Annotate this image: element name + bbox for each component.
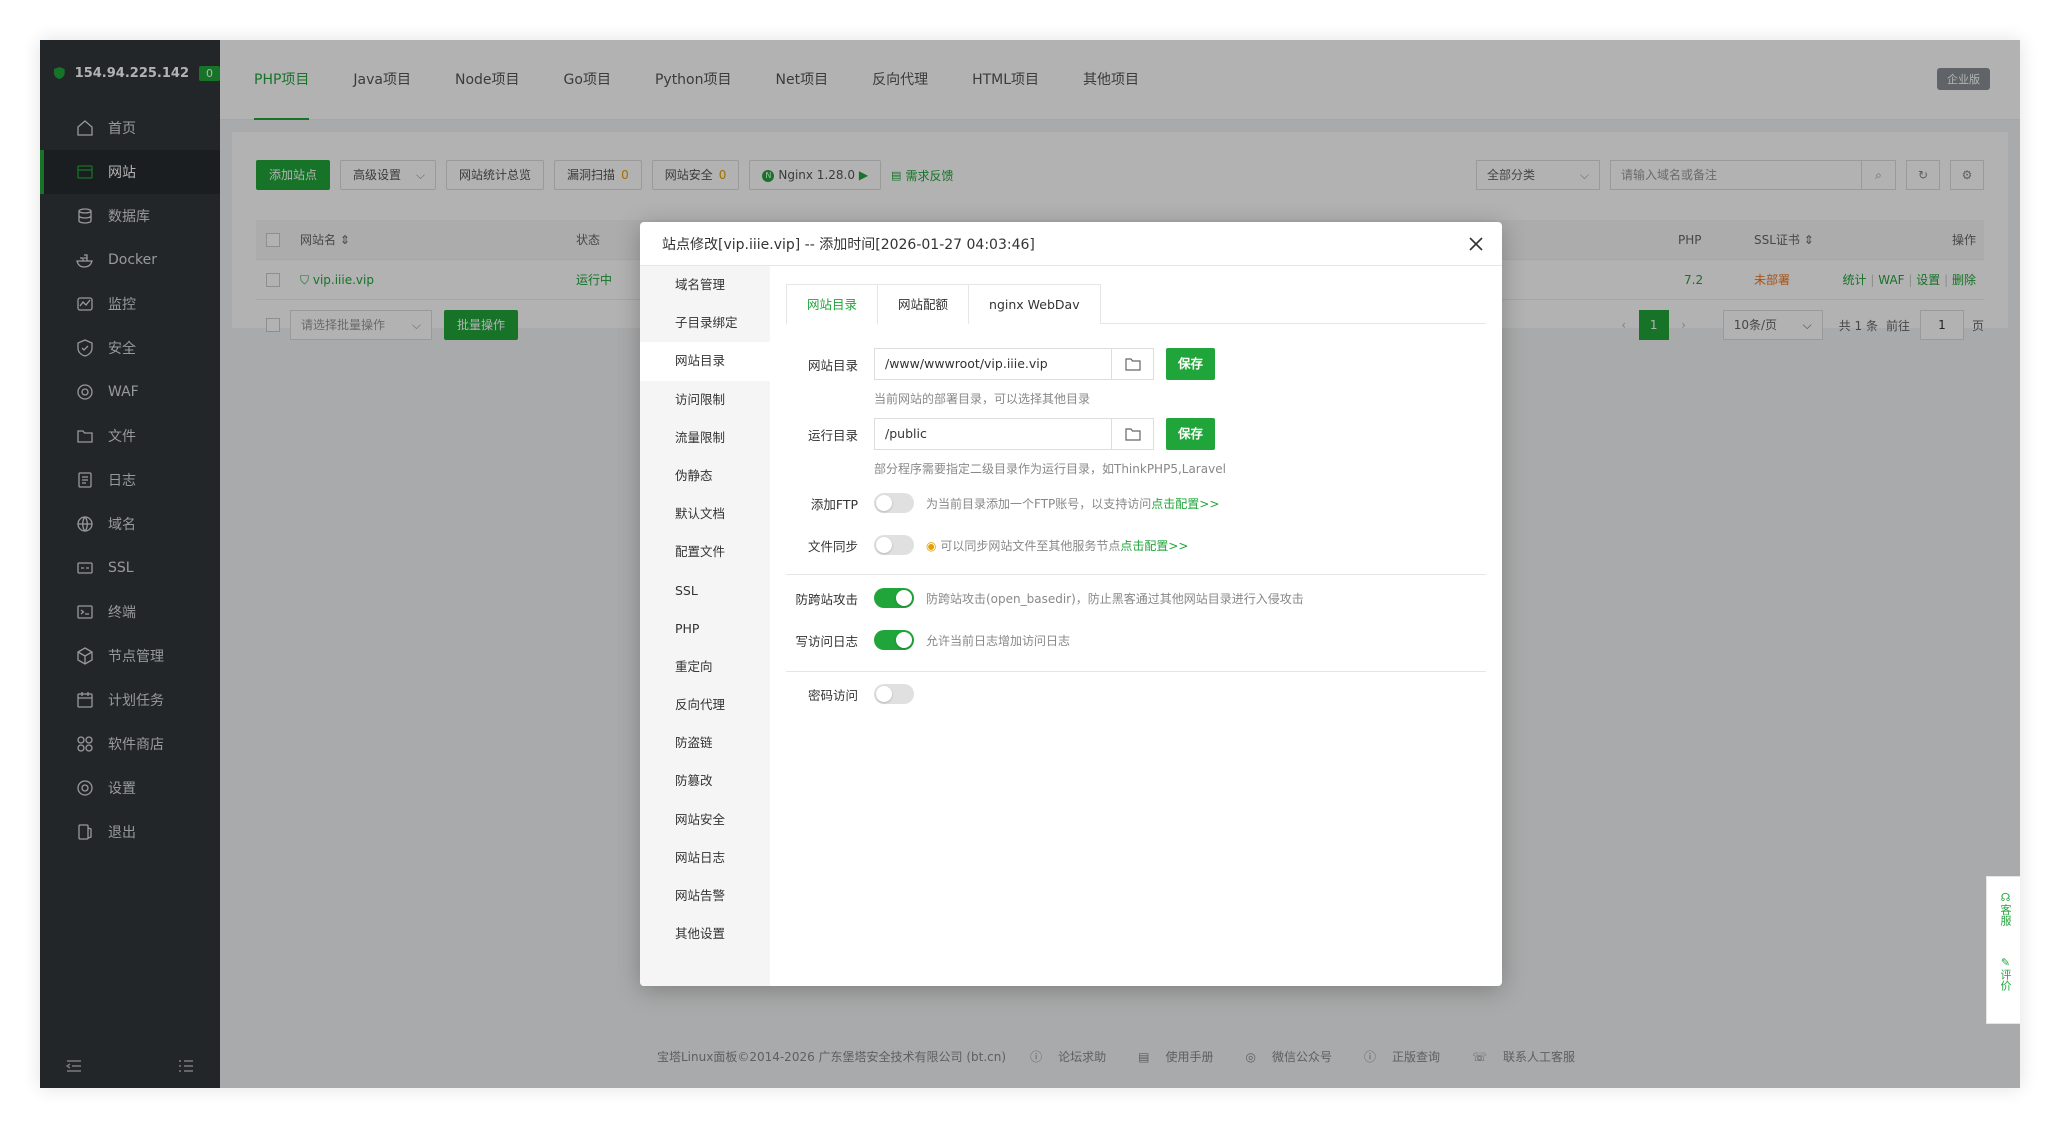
review-label: 评价 <box>1999 969 2012 991</box>
password-toggle[interactable] <box>874 684 914 704</box>
run-dir-label: 运行目录 <box>807 427 858 443</box>
folder-icon[interactable] <box>1111 419 1153 449</box>
modal-menu-item-7[interactable]: 配置文件 <box>640 533 770 571</box>
modal-menu-item-1[interactable]: 子目录绑定 <box>640 304 770 342</box>
modal-menu-item-17[interactable]: 其他设置 <box>640 915 770 953</box>
modal-menu-item-3[interactable]: 访问限制 <box>640 381 770 419</box>
run-dir-hint: 部分程序需要指定二级目录作为运行目录，如ThinkPHP5,Laravel <box>874 462 1226 476</box>
review-button[interactable]: ✎评价 <box>1997 956 2013 991</box>
folder-icon[interactable] <box>1111 349 1153 379</box>
site-dir-input[interactable]: /www/wwwroot/vip.iiie.vip <box>874 348 1154 380</box>
password-row: 密码访问 <box>770 678 1486 710</box>
modal-menu-item-9[interactable]: PHP <box>640 610 770 648</box>
access-log-toggle[interactable] <box>874 630 914 650</box>
sync-config-link[interactable]: 点击配置>> <box>1120 539 1188 553</box>
cross-site-row: 防跨站攻击 防跨站攻击(open_basedir)，防止黑客通过其他网站目录进行… <box>770 582 1486 614</box>
access-log-label: 写访问日志 <box>795 633 858 649</box>
run-dir-row: 运行目录 /public 保存 <box>770 418 1486 450</box>
service-label: 客服 <box>1999 904 2012 926</box>
modal-tabs: 网站目录 网站配额 nginx WebDav <box>786 284 1486 325</box>
site-dir-row: 网站目录 /www/wwwroot/vip.iiie.vip 保存 <box>770 348 1486 380</box>
modal-menu-item-16[interactable]: 网站告警 <box>640 877 770 915</box>
close-icon[interactable] <box>1466 234 1486 254</box>
modal-menu-item-13[interactable]: 防篡改 <box>640 762 770 800</box>
tab-site-dir[interactable]: 网站目录 <box>786 284 879 325</box>
tab-webdav[interactable]: nginx WebDav <box>968 284 1101 324</box>
headset-icon: ☊ <box>1999 891 2012 904</box>
ftp-row: 添加FTP 为当前目录添加一个FTP账号，以支持访问点击配置>> <box>770 487 1486 519</box>
run-dir-input[interactable]: /public <box>874 418 1154 450</box>
site-dir-label: 网站目录 <box>807 357 858 373</box>
cross-site-desc: 防跨站攻击(open_basedir)，防止黑客通过其他网站目录进行入侵攻击 <box>926 591 1304 606</box>
run-dir-value: /public <box>885 426 927 441</box>
modal-menu-item-4[interactable]: 流量限制 <box>640 419 770 457</box>
divider <box>786 574 1486 575</box>
sync-label: 文件同步 <box>807 538 858 554</box>
cross-site-label: 防跨站攻击 <box>795 591 858 607</box>
sync-desc-text: 可以同步网站文件至其他服务节点 <box>940 538 1121 553</box>
divider <box>786 671 1486 672</box>
site-dir-save-button[interactable]: 保存 <box>1166 348 1216 380</box>
sync-row: 文件同步 ◉ 可以同步网站文件至其他服务节点点击配置>> <box>770 529 1486 561</box>
run-dir-save-button[interactable]: 保存 <box>1166 418 1216 450</box>
site-edit-modal: 站点修改[vip.iiie.vip] -- 添加时间[2026-01-27 04… <box>640 222 1502 986</box>
sync-toggle[interactable] <box>874 535 914 555</box>
ftp-desc: 为当前目录添加一个FTP账号，以支持访问点击配置>> <box>926 495 1219 512</box>
cross-site-toggle[interactable] <box>874 588 914 608</box>
tab-site-quota[interactable]: 网站配额 <box>877 284 970 324</box>
modal-menu-item-11[interactable]: 反向代理 <box>640 686 770 724</box>
site-dir-value: /www/wwwroot/vip.iiie.vip <box>885 356 1048 371</box>
modal-menu-item-8[interactable]: SSL <box>640 572 770 610</box>
modal-menu-item-0[interactable]: 域名管理 <box>640 266 770 304</box>
side-widget: ☊客服 ✎评价 <box>1986 876 2020 1024</box>
eye-icon: ◉ <box>926 538 937 553</box>
edit-icon: ✎ <box>1999 956 2012 969</box>
modal-menu-item-6[interactable]: 默认文档 <box>640 495 770 533</box>
modal-menu-item-12[interactable]: 防盗链 <box>640 724 770 762</box>
modal-menu: 域名管理 子目录绑定 网站目录 访问限制 流量限制 伪静态 默认文档 配置文件 SSL PHP 重定… <box>640 266 770 986</box>
password-label: 密码访问 <box>807 687 858 703</box>
modal-body: 网站目录 网站配额 nginx WebDav 网站目录 /www/wwwroot… <box>770 266 1502 986</box>
app-frame: 154.94.225.142 0 首页 网站 数据库 Docker 监控 安全 WAF 文件日… <box>40 40 2020 1088</box>
service-button[interactable]: ☊客服 <box>1997 891 2013 926</box>
ftp-toggle[interactable] <box>874 493 914 513</box>
ftp-desc-text: 为当前目录添加一个FTP账号，以支持访问 <box>926 496 1152 511</box>
site-dir-hint: 当前网站的部署目录，可以选择其他目录 <box>874 392 1091 406</box>
modal-title: 站点修改[vip.iiie.vip] -- 添加时间[2026-01-27 04… <box>640 222 1502 266</box>
access-log-desc: 允许当前日志增加访问日志 <box>926 633 1071 648</box>
ftp-label: 添加FTP <box>810 496 858 512</box>
modal-menu-item-15[interactable]: 网站日志 <box>640 839 770 877</box>
sync-desc: ◉ 可以同步网站文件至其他服务节点点击配置>> <box>926 537 1188 554</box>
ftp-config-link[interactable]: 点击配置>> <box>1151 497 1219 511</box>
modal-menu-item-5[interactable]: 伪静态 <box>640 457 770 495</box>
access-log-row: 写访问日志 允许当前日志增加访问日志 <box>770 624 1486 656</box>
modal-menu-item-14[interactable]: 网站安全 <box>640 801 770 839</box>
modal-menu-item-2[interactable]: 网站目录 <box>640 342 770 381</box>
modal-menu-item-10[interactable]: 重定向 <box>640 648 770 686</box>
